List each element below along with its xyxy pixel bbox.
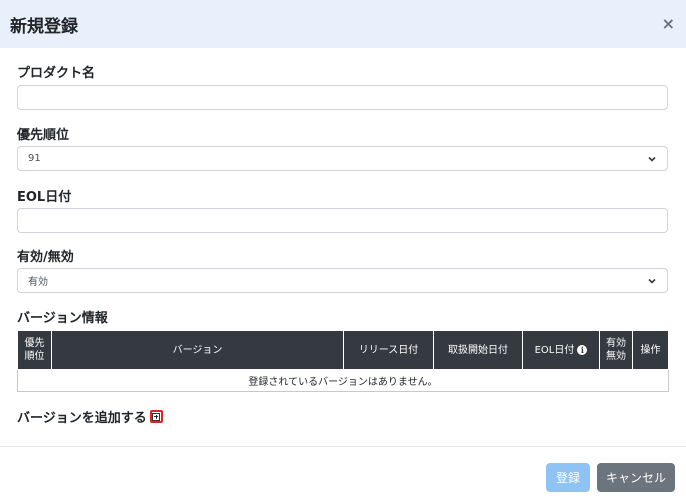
close-button[interactable]: ×: [662, 16, 675, 32]
active-select[interactable]: 有効: [17, 268, 668, 293]
priority-select[interactable]: 91: [17, 146, 668, 171]
versions-section-title: バージョン情報: [17, 311, 108, 326]
header-handling-start-date: 取扱開始日付: [433, 330, 523, 370]
active-label: 有効/無効: [17, 250, 74, 265]
product-name-label: プロダクト名: [17, 66, 96, 81]
table-row: 登録されているバージョンはありません。: [17, 369, 669, 392]
header-eol-date-text: EOL日付: [534, 344, 575, 356]
add-version-row: バージョンを追加する: [17, 407, 163, 426]
modal-footer: 登録 キャンセル: [0, 446, 686, 502]
modal-header: 新規登録 ×: [0, 0, 686, 48]
plus-square-icon: [152, 412, 161, 421]
modal-title: 新規登録: [10, 16, 78, 37]
header-version: バージョン: [51, 330, 344, 370]
header-operation: 操作: [632, 330, 669, 370]
add-version-button[interactable]: [149, 410, 163, 423]
priority-label: 優先順位: [17, 128, 70, 143]
chevron-down-icon: [648, 156, 656, 162]
add-version-label: バージョンを追加する: [17, 411, 147, 426]
submit-button[interactable]: 登録: [546, 463, 590, 492]
chevron-down-icon: [648, 278, 656, 284]
header-eol-date: EOL日付 i: [522, 330, 600, 370]
header-active: 有効無効: [599, 330, 633, 370]
versions-table: 優先順位 バージョン リリース日付 取扱開始日付 EOL日付i 有効無効 操作: [17, 330, 669, 392]
header-release-date: リリース日付: [343, 330, 434, 370]
header-priority: 優先順位: [17, 330, 52, 370]
register-modal: 新規登録 × プロダクト名 優先順位 91 EOL日付 有効/無効 有効 バージ…: [0, 0, 686, 502]
header-priority-text: 優先順位: [24, 338, 45, 362]
eol-date-label: EOL日付: [17, 190, 72, 205]
priority-selected-value: 91: [28, 153, 41, 164]
info-icon[interactable]: i: [577, 344, 588, 355]
header-active-text: 有効無効: [606, 338, 626, 362]
eol-date-input[interactable]: [17, 208, 668, 233]
cancel-button[interactable]: キャンセル: [597, 463, 675, 492]
active-selected-value: 有効: [28, 277, 48, 288]
empty-message: 登録されているバージョンはありません。: [17, 369, 669, 392]
product-name-input[interactable]: [17, 85, 668, 110]
table-header-row: 優先順位 バージョン リリース日付 取扱開始日付 EOL日付 i 有効無効 操作: [17, 330, 669, 370]
